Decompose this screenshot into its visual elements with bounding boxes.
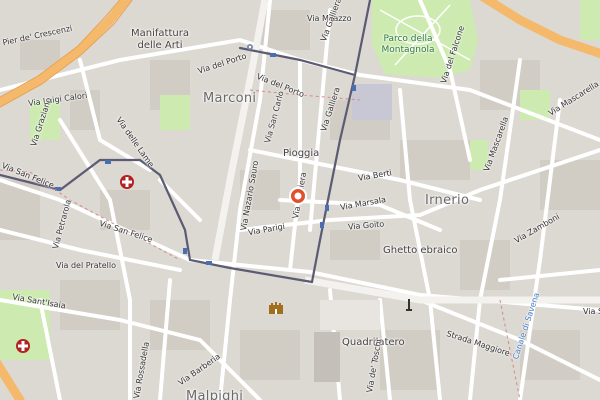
district-label-marconi: Marconi [203, 91, 257, 106]
area-label-manifattura: Manifattura delle Arti [131, 28, 189, 51]
piazza [314, 332, 340, 382]
castle-icon[interactable] [268, 301, 284, 315]
street-label: Via del Pratello [56, 261, 117, 270]
district-label-irnerio: Irnerio [425, 193, 470, 208]
gear-icon [247, 44, 253, 50]
area-label-pioggia: Pioggia [283, 148, 320, 159]
district-label-malpighi: Malpighi [186, 389, 244, 400]
piazza-maggiore [320, 300, 380, 330]
hospital-icon[interactable] [15, 338, 31, 354]
park-label-montagnola: Parco della Montagnola [381, 34, 435, 55]
monument-icon [406, 299, 412, 311]
hospital-icon[interactable] [119, 174, 135, 190]
street-label: Via Sa [583, 307, 600, 316]
location-pin-icon[interactable] [288, 186, 308, 210]
area-label-ghetto: Ghetto ebraico [383, 245, 458, 256]
map-canvas[interactable]: Marconi Irnerio Malpighi Manifattura del… [0, 0, 600, 400]
